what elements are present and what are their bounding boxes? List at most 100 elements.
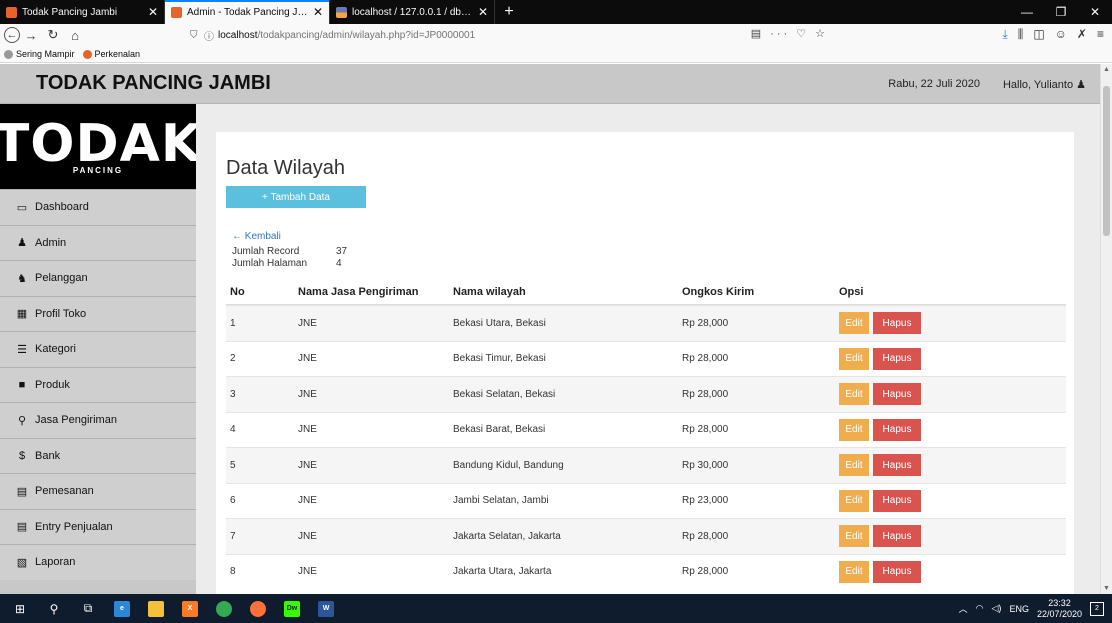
file-explorer-icon[interactable] [142, 598, 170, 620]
chevron-up-icon[interactable]: ︿ [959, 602, 968, 615]
edit-button[interactable]: Edit [839, 454, 869, 477]
scrollbar-thumb[interactable] [1103, 86, 1110, 236]
add-data-button[interactable]: + Tambah Data [226, 186, 366, 208]
edit-button[interactable]: Edit [839, 347, 869, 370]
forward-arrow-icon[interactable]: → [20, 28, 42, 43]
desktop-icon: ▭ [16, 201, 28, 214]
close-icon[interactable]: ✕ [478, 5, 488, 19]
chrome-icon[interactable] [210, 598, 238, 620]
cell-no: 2 [230, 353, 236, 365]
site-brand[interactable]: TODAK PANCING JAMBI [36, 72, 271, 95]
download-icon[interactable]: ⤓ [1002, 27, 1007, 42]
cell-opsi: Edit Hapus [839, 525, 1066, 548]
delete-button[interactable]: Hapus [873, 383, 921, 406]
cell-ongkos: Rp 28,000 [682, 317, 729, 329]
bookmark-item[interactable]: Sering Mampir [4, 49, 75, 60]
back-link[interactable]: ← Kembali [232, 231, 281, 242]
url-bar[interactable]: ⛉ ⓘ localhost /todakpancing/admin/wilaya… [190, 25, 828, 45]
minimize-icon[interactable]: — [1010, 0, 1044, 24]
delete-button[interactable]: Hapus [873, 347, 921, 370]
cell-ongkos: Rp 28,000 [682, 353, 729, 365]
delete-button[interactable]: Hapus [873, 525, 921, 548]
cell-ongkos: Rp 28,000 [682, 424, 729, 436]
cell-jasa: JNE [298, 530, 317, 542]
sidebar-item-label: Pelanggan [35, 272, 88, 285]
delete-button[interactable]: Hapus [873, 489, 921, 512]
sidebar-item-bank[interactable]: $ Bank [0, 437, 196, 473]
account-icon[interactable]: ☺ [1055, 27, 1067, 42]
sidebar-item-profil-toko[interactable]: ▦ Profil Toko [0, 295, 196, 331]
scroll-up-icon[interactable]: ▲ [1101, 66, 1112, 73]
language-indicator[interactable]: ENG [1009, 604, 1029, 614]
delete-button[interactable]: Hapus [873, 560, 921, 583]
browser-tab-store[interactable]: Todak Pancing Jambi ✕ [0, 0, 165, 24]
cell-no: 1 [230, 317, 236, 329]
menu-icon[interactable]: ≡ [1097, 27, 1104, 42]
windows-start-icon[interactable]: ⊞ [6, 598, 34, 620]
library-icon[interactable]: ⫼ [1018, 27, 1024, 42]
volume-icon[interactable]: ◁) [992, 603, 1002, 614]
close-icon[interactable]: ✕ [313, 5, 323, 19]
bookmark-item[interactable]: Perkenalan [82, 49, 140, 60]
restore-icon[interactable]: ❐ [1044, 0, 1078, 24]
page-scrollbar[interactable]: ▲ ▼ [1100, 64, 1112, 594]
sidebar-item-dashboard[interactable]: ▭ Dashboard [0, 189, 196, 225]
sidebar-toggle-icon[interactable]: ◫ [1033, 27, 1044, 42]
cell-opsi: Edit Hapus [839, 347, 1066, 370]
reload-icon[interactable]: ↻ [42, 27, 64, 43]
edit-button[interactable]: Edit [839, 383, 869, 406]
search-icon[interactable]: ⚲ [40, 598, 68, 620]
edit-button[interactable]: Edit [839, 312, 869, 335]
shield-icon[interactable]: ⛉ [190, 30, 204, 41]
firefox-icon [82, 50, 92, 60]
edit-button[interactable]: Edit [839, 418, 869, 441]
table-row: 1 JNE Bekasi Utara, Bekasi Rp 28,000 Edit Hap… [226, 305, 1066, 341]
delete-button[interactable]: Hapus [873, 312, 921, 335]
extension-icon[interactable]: ✗ [1077, 27, 1087, 42]
main-content: Data Wilayah + Tambah Data ← Kembali Jum… [196, 104, 1100, 602]
sidebar-item-laporan[interactable]: ▧ Laporan [0, 544, 196, 580]
logo[interactable]: TODAK PANCING [0, 104, 201, 189]
xampp-icon[interactable]: X [176, 598, 204, 620]
sidebar-item-admin[interactable]: ♟ Admin [0, 224, 196, 260]
user-greeting[interactable]: Hallo, Yulianto ♟ [1003, 78, 1086, 91]
home-icon[interactable]: ⌂ [64, 28, 86, 43]
new-tab-icon[interactable]: + [495, 0, 523, 24]
wifi-icon[interactable]: ◠ [976, 603, 984, 614]
sidebar-item-produk[interactable]: ■ Produk [0, 366, 196, 402]
record-count: Jumlah Record 37 [232, 246, 347, 257]
table-row: 2 JNE Bekasi Timur, Bekasi Rp 28,000 Edit Hap… [226, 340, 1066, 377]
content-panel: Data Wilayah + Tambah Data ← Kembali Jum… [216, 132, 1074, 602]
cell-opsi: Edit Hapus [839, 454, 1066, 477]
edit-button[interactable]: Edit [839, 525, 869, 548]
browser-tab-phpmyadmin[interactable]: localhost / 127.0.0.1 / db_todak ✕ [330, 0, 495, 24]
sidebar-item-pelanggan[interactable]: ♞ Pelanggan [0, 260, 196, 296]
cell-jasa: JNE [298, 566, 317, 578]
info-icon[interactable]: ⓘ [204, 28, 218, 43]
back-arrow-icon[interactable]: ← [4, 27, 20, 43]
sidebar-item-entry-penjualan[interactable]: ▤ Entry Penjualan [0, 508, 196, 544]
clock[interactable]: 23:32 22/07/2020 [1037, 598, 1082, 620]
sidebar-item-kategori[interactable]: ☰ Kategori [0, 331, 196, 367]
delete-button[interactable]: Hapus [873, 418, 921, 441]
sidebar-item-pemesanan[interactable]: ▤ Pemesanan [0, 473, 196, 509]
edit-button[interactable]: Edit [839, 489, 869, 512]
sidebar-item-label: Admin [35, 236, 67, 249]
browser-navigation-bar: ← → ↻ ⌂ ⛉ ⓘ localhost /todakpancing/admi… [0, 24, 1112, 46]
close-icon[interactable]: ✕ [148, 5, 158, 19]
delete-button[interactable]: Hapus [873, 454, 921, 477]
close-window-icon[interactable]: ✕ [1078, 0, 1112, 24]
page-actions-icon[interactable]: ▤ ··· ♡ ☆ [751, 27, 828, 40]
table-row: 5 JNE Bandung Kidul, Bandung Rp 30,000 Edit H… [226, 447, 1066, 483]
task-view-icon[interactable]: ⧉ [74, 598, 102, 620]
firefox-icon[interactable] [244, 598, 272, 620]
sidebar-item-jasa-pengiriman[interactable]: ⚲ Jasa Pengiriman [0, 402, 196, 438]
word-icon[interactable]: W [312, 598, 340, 620]
browser-tab-admin[interactable]: Admin - Todak Pancing Jambi ✕ [165, 0, 330, 24]
edge-icon[interactable]: e [108, 598, 136, 620]
dreamweaver-icon[interactable]: Dw [278, 598, 306, 620]
edit-button[interactable]: Edit [839, 560, 869, 583]
notification-icon[interactable]: 2 [1090, 601, 1104, 616]
scroll-down-icon[interactable]: ▼ [1101, 585, 1112, 592]
cell-opsi: Edit Hapus [839, 312, 1066, 335]
